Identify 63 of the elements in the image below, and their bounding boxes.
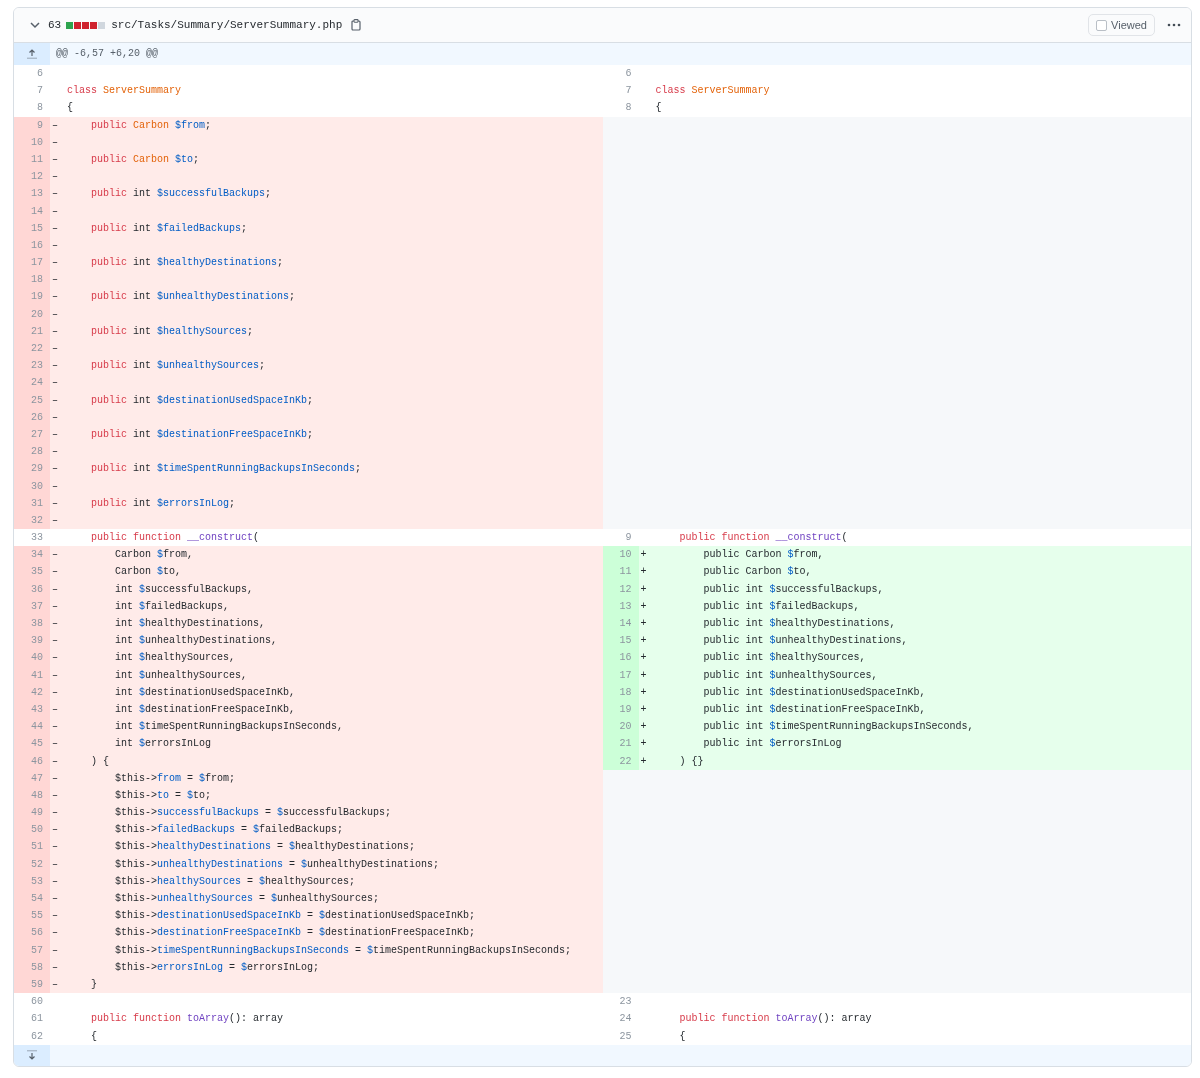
line-number: 12 <box>14 168 50 186</box>
deletion-marker: – <box>50 546 67 564</box>
line-number: 19 <box>14 288 50 306</box>
line-number: 11 <box>602 563 639 581</box>
deletion-marker: – <box>50 460 67 478</box>
deletion-marker: – <box>50 443 67 461</box>
deletion-marker: – <box>50 563 67 581</box>
deletion-marker: – <box>50 271 67 289</box>
line-number: 17 <box>14 254 50 272</box>
deletion-marker: – <box>50 254 67 272</box>
chevron-down-icon[interactable] <box>30 21 40 29</box>
line-number: 39 <box>14 632 50 650</box>
line-number: 56 <box>14 924 50 942</box>
arrow-down-icon <box>27 1050 37 1061</box>
file-name[interactable]: src/Tasks/Summary/ServerSummary.php <box>111 19 343 31</box>
line-number: 35 <box>14 563 50 581</box>
deletion-marker: – <box>50 649 67 667</box>
hunk-header: @@ -6,57 +6,20 @@ <box>50 43 1191 65</box>
line-number: 55 <box>14 907 50 925</box>
line-number: 29 <box>14 460 50 478</box>
line-number: 21 <box>602 735 639 753</box>
arrow-up-icon <box>27 49 37 59</box>
line-number: 50 <box>14 821 50 839</box>
line-number: 18 <box>14 271 50 289</box>
line-number: 15 <box>602 632 639 650</box>
deletion-marker: – <box>50 838 67 856</box>
deletion-marker: – <box>50 907 67 925</box>
deletion-marker: – <box>50 804 67 822</box>
deletion-marker: – <box>50 185 67 203</box>
deletion-marker: – <box>50 821 67 839</box>
line-number: 20 <box>602 718 639 736</box>
deletion-marker: – <box>50 718 67 736</box>
deletion-marker: – <box>50 735 67 753</box>
line-number: 38 <box>14 615 50 633</box>
line-number: 14 <box>602 615 639 633</box>
line-number: 10 <box>602 546 639 564</box>
line-number: 34 <box>14 546 50 564</box>
line-number: 23 <box>14 357 50 375</box>
checkbox[interactable] <box>1096 19 1108 31</box>
more-options-icon[interactable] <box>1167 23 1181 27</box>
line-number: 44 <box>14 718 50 736</box>
deletion-marker: – <box>50 924 67 942</box>
line-number: 40 <box>14 649 50 667</box>
copy-icon[interactable] <box>351 19 362 31</box>
line-number: 13 <box>14 185 50 203</box>
line-number: 16 <box>602 649 639 667</box>
deletion-marker: – <box>50 357 67 375</box>
line-number: 22 <box>14 340 50 358</box>
deletion-marker: – <box>50 890 67 908</box>
line-number: 51 <box>14 838 50 856</box>
deletion-marker: – <box>50 615 67 633</box>
change-count: 63 <box>48 19 62 31</box>
line-number: 45 <box>14 735 50 753</box>
line-number: 28 <box>14 443 50 461</box>
viewed-button[interactable]: Viewed <box>1088 14 1155 36</box>
deletion-marker: – <box>50 340 67 358</box>
deletion-marker: – <box>50 632 67 650</box>
line-number: 54 <box>14 890 50 908</box>
line-number: 24 <box>14 374 50 392</box>
line-number: 49 <box>14 804 50 822</box>
deletion-marker: – <box>50 168 67 186</box>
deletion-marker: – <box>50 288 67 306</box>
deletion-marker: – <box>50 374 67 392</box>
